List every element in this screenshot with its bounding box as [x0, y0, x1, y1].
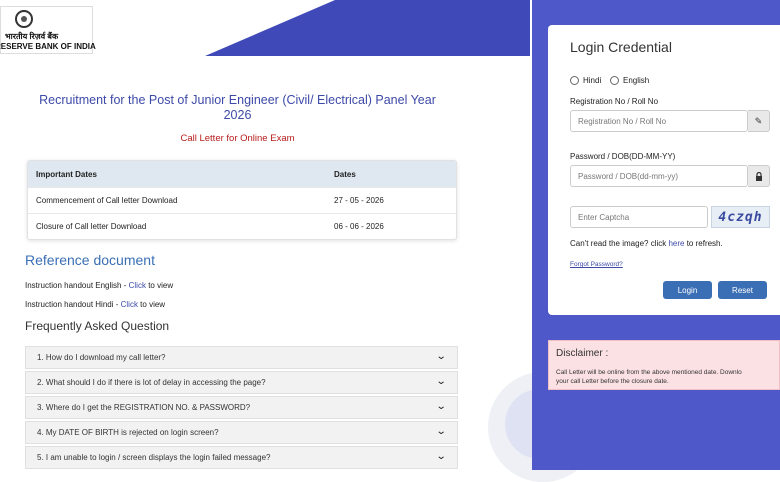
faq-item[interactable]: 2. What should I do if there is lot of d… — [25, 371, 458, 394]
radio-english-label: English — [623, 76, 650, 85]
login-card: Login Credential Hindi English Registrat… — [548, 25, 780, 315]
click-link-english[interactable]: Click — [129, 281, 146, 290]
refresh-captcha-link[interactable]: here — [668, 239, 684, 248]
reference-text: Instruction handout English - — [25, 281, 129, 290]
radio-circle-icon[interactable] — [570, 76, 579, 85]
login-title: Login Credential — [570, 39, 672, 55]
chevron-down-icon[interactable]: ⌄ — [435, 351, 446, 362]
table-header: Important Dates Dates — [28, 161, 456, 187]
reference-suffix: to view — [137, 300, 166, 309]
refresh-suffix: to refresh. — [684, 239, 723, 248]
faq-item[interactable]: 4. My DATE OF BIRTH is rejected on login… — [25, 421, 458, 444]
logo-english-text: RESERVE BANK OF INDIA — [0, 42, 96, 51]
important-dates-table: Important Dates Dates Commencement of Ca… — [27, 160, 457, 240]
reference-item-english: Instruction handout English - Click to v… — [25, 281, 173, 290]
row-label: Commencement of Call letter Download — [36, 196, 178, 205]
pencil-icon: ✎ — [748, 110, 770, 132]
captcha-refresh-text: Can't read the image? click here to refr… — [570, 239, 723, 248]
faq-question: 1. How do I download my call letter? — [37, 353, 166, 362]
reference-title: Reference document — [25, 252, 155, 268]
reset-button[interactable]: Reset — [718, 281, 767, 299]
radio-hindi-label: Hindi — [583, 76, 602, 85]
lock-icon — [748, 165, 770, 187]
page-title: Recruitment for the Post of Junior Engin… — [39, 93, 436, 122]
header-dates: Dates — [334, 169, 356, 179]
captcha-input[interactable]: Enter Captcha — [570, 206, 708, 228]
captcha-image: 4czqh — [711, 206, 770, 228]
chevron-down-icon[interactable]: ⌄ — [435, 451, 446, 462]
password-input[interactable]: Password / DOB(dd-mm-yy) — [570, 165, 748, 187]
disclaimer-text: Call Letter will be online from the abov… — [556, 368, 780, 386]
disclaimer-line-2: your call Letter before the closure date… — [556, 378, 669, 385]
faq-item[interactable]: 3. Where do I get the REGISTRATION NO. &… — [25, 396, 458, 419]
registration-input[interactable]: Registration No / Roll No — [570, 110, 748, 132]
refresh-prefix: Can't read the image? click — [570, 239, 669, 248]
reference-text: Instruction handout Hindi - — [25, 300, 121, 309]
faq-question: 5. I am unable to login / screen display… — [37, 453, 271, 462]
chevron-down-icon[interactable]: ⌄ — [435, 426, 446, 437]
chevron-down-icon[interactable]: ⌄ — [435, 401, 446, 412]
radio-circle-icon[interactable] — [610, 76, 619, 85]
row-date: 06 - 06 - 2026 — [334, 222, 384, 231]
page-subtitle: Call Letter for Online Exam — [180, 133, 295, 144]
forgot-password-link[interactable]: Forgot Password? — [570, 261, 623, 268]
faq-title: Frequently Asked Question — [25, 319, 170, 333]
radio-hindi[interactable]: Hindi — [570, 76, 601, 85]
click-link-hindi[interactable]: Click — [121, 300, 138, 309]
logo-hindi-text: भारतीय रिज़र्व बैंक — [5, 32, 59, 41]
faq-question: 4. My DATE OF BIRTH is rejected on login… — [37, 428, 219, 437]
rbi-logo: भारतीय रिज़र्व बैंक RESERVE BANK OF INDI… — [0, 6, 96, 54]
header-diagonal — [205, 0, 335, 56]
disclaimer-title: Disclaimer : — [556, 348, 609, 359]
table-row: Commencement of Call letter Download 27 … — [28, 187, 456, 213]
faq-item[interactable]: 1. How do I download my call letter? ⌄ — [25, 346, 458, 369]
reference-suffix: to view — [145, 281, 174, 290]
row-label: Closure of Call letter Download — [36, 222, 147, 231]
disclaimer-line-1: Call Letter will be online from the abov… — [556, 369, 742, 376]
faq-item[interactable]: 5. I am unable to login / screen display… — [25, 446, 458, 469]
faq-question: 2. What should I do if there is lot of d… — [37, 378, 266, 387]
header-important-dates: Important Dates — [36, 169, 97, 179]
login-button[interactable]: Login — [663, 281, 712, 299]
reference-item-hindi: Instruction handout Hindi - Click to vie… — [25, 300, 165, 309]
row-date: 27 - 05 - 2026 — [334, 196, 384, 205]
registration-label: Registration No / Roll No — [570, 97, 659, 106]
faq-question: 3. Where do I get the REGISTRATION NO. &… — [37, 403, 251, 412]
rbi-seal-icon — [15, 10, 33, 28]
disclaimer-box: Disclaimer : Call Letter will be online … — [548, 340, 780, 390]
chevron-down-icon[interactable]: ⌄ — [435, 376, 446, 387]
table-row: Closure of Call letter Download 06 - 06 … — [28, 213, 456, 239]
radio-english[interactable]: English — [610, 76, 649, 85]
password-label: Password / DOB(DD-MM-YY) — [570, 152, 676, 161]
